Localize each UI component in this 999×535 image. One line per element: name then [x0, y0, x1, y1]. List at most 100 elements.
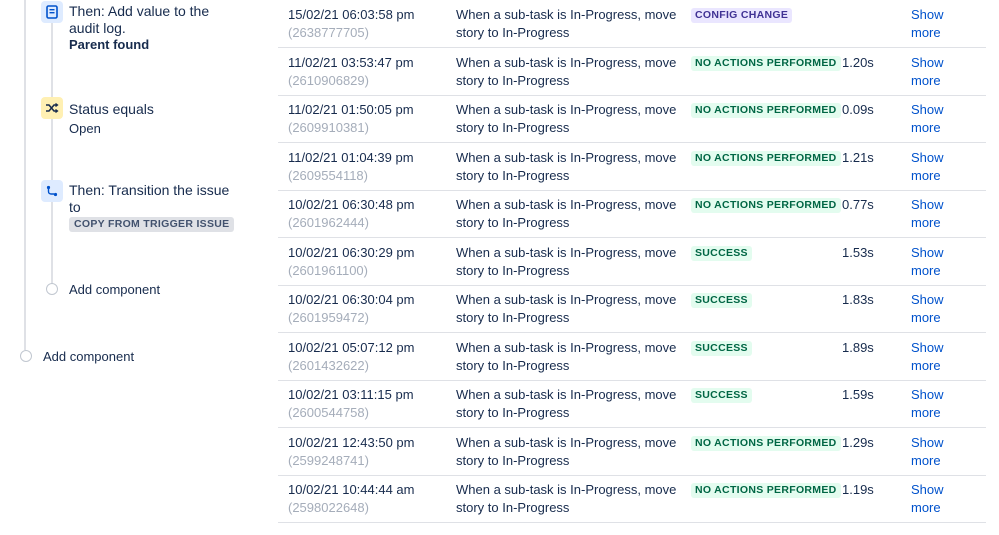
inner-tree-line [51, 22, 53, 284]
row-execution-id: (2600544758) [288, 405, 369, 420]
row-rule-name-line2: story to In-Progress [456, 357, 570, 373]
add-component-dot-inner [46, 283, 58, 295]
row-duration: 1.29s [842, 434, 874, 450]
row-rule-name-line2: story to In-Progress [456, 452, 570, 468]
row-rule-name-line2: story to In-Progress [456, 120, 570, 135]
transition-target-lozenge: COPY FROM TRIGGER ISSUE [69, 217, 235, 232]
show-more-link[interactable]: Show [911, 339, 944, 357]
status-badge: NO ACTIONS PERFORMED [691, 435, 841, 451]
row-date: 10/02/21 12:43:50 pm [288, 434, 415, 450]
add-component-dot-outer [20, 350, 32, 362]
rule-component-tree: Then: Add value to the audit log. Parent… [0, 0, 270, 535]
row-rule-name-line2: story to In-Progress [456, 310, 570, 325]
row-rule-name-line2: story to In-Progress [456, 262, 570, 278]
row-date: 10/02/21 06:30:48 pm [288, 197, 415, 212]
row-rule-name-line1: When a sub-task is In-Progress, move [456, 387, 677, 402]
row-rule-name-line1: When a sub-task is In-Progress, move [456, 244, 677, 260]
row-duration: 1.89s [842, 339, 874, 355]
show-more-link-line2[interactable]: more [911, 167, 941, 185]
row-date: 11/02/21 03:53:47 pm [288, 54, 414, 70]
row-execution-id: (2601959472) [288, 310, 369, 325]
row-date: 11/02/21 01:50:05 pm [288, 102, 414, 117]
row-rule-name-line2: story to In-Progress [456, 167, 570, 183]
show-more-link[interactable]: Show [911, 101, 944, 119]
audit-node-detail: Parent found [69, 37, 150, 52]
add-component-inner-button[interactable]: Add component [69, 282, 160, 297]
status-badge: NO ACTIONS PERFORMED [691, 150, 841, 166]
row-execution-id: (2598022648) [288, 500, 369, 515]
show-more-link[interactable]: Show [911, 481, 944, 499]
audit-log-icon [41, 1, 63, 23]
row-date: 10/02/21 06:30:04 pm [288, 292, 415, 307]
row-duration: 1.19s [842, 482, 874, 497]
table-row: 10/02/21 06:30:48 pm (2601962444) When a s… [278, 190, 986, 238]
add-component-outer-button[interactable]: Add component [43, 349, 134, 364]
row-execution-id: (2599248741) [288, 452, 369, 468]
show-more-link-line2[interactable]: more [911, 499, 941, 517]
table-row: 15/02/21 06:03:58 pm (2638777705) When a s… [278, 0, 986, 48]
row-date: 10/02/21 06:30:29 pm [288, 244, 415, 260]
row-date: 11/02/21 01:04:39 pm [288, 149, 414, 165]
table-row: 10/02/21 03:11:15 pm (2600544758) When a s… [278, 380, 986, 428]
show-more-link-line2[interactable]: more [911, 72, 941, 90]
row-date: 10/02/21 03:11:15 pm [288, 387, 414, 402]
table-row: 10/02/21 06:30:29 pm (2601961100) When a s… [278, 238, 986, 286]
status-badge: SUCCESS [691, 388, 752, 403]
status-node-title[interactable]: Status equals [69, 101, 154, 118]
audit-node-title-line2[interactable]: audit log. [69, 20, 126, 37]
status-badge: SUCCESS [691, 340, 752, 356]
show-more-link-line2[interactable]: more [911, 119, 941, 137]
table-row: 10/02/21 06:30:04 pm (2601959472) When a s… [278, 285, 986, 333]
row-duration: 1.59s [842, 387, 874, 402]
table-row: 10/02/21 10:44:44 am (2598022648) When a s… [278, 475, 986, 523]
show-more-link[interactable]: Show [911, 386, 944, 404]
transition-node-title-line2[interactable]: to [69, 199, 81, 216]
show-more-link-line2[interactable]: more [911, 262, 941, 280]
status-badge: NO ACTIONS PERFORMED [691, 483, 841, 498]
show-more-link-line2[interactable]: more [911, 357, 941, 375]
row-rule-name-line1: When a sub-task is In-Progress, move [456, 292, 677, 307]
table-row: 11/02/21 03:53:47 pm (2610906829) When a s… [278, 48, 986, 96]
show-more-link-line2[interactable]: more [911, 24, 941, 42]
row-duration: 0.77s [842, 197, 874, 212]
audit-node-title-line1[interactable]: Then: Add value to the [69, 3, 209, 20]
row-rule-name-line1: When a sub-task is In-Progress, move [456, 54, 677, 70]
show-more-link[interactable]: Show [911, 6, 944, 24]
row-rule-name-line1: When a sub-task is In-Progress, move [456, 197, 677, 212]
row-duration: 1.83s [842, 292, 874, 307]
transition-icon [41, 180, 63, 202]
show-more-link-line2[interactable]: more [911, 309, 941, 327]
row-rule-name-line1: When a sub-task is In-Progress, move [456, 149, 677, 165]
outer-tree-line [24, 0, 26, 350]
show-more-link-line2[interactable]: more [911, 214, 941, 232]
show-more-link-line2[interactable]: more [911, 404, 941, 422]
show-more-link[interactable]: Show [911, 196, 944, 214]
row-rule-name-line2: story to In-Progress [456, 25, 570, 40]
status-badge: SUCCESS [691, 245, 752, 261]
row-duration: 1.21s [842, 149, 874, 165]
status-node-detail: Open [69, 121, 101, 136]
transition-node-title-line1[interactable]: Then: Transition the issue [69, 182, 229, 199]
row-execution-id: (2601432622) [288, 357, 369, 373]
row-execution-id: (2601961100) [288, 262, 368, 278]
show-more-link-line2[interactable]: more [911, 452, 941, 470]
row-rule-name-line2: story to In-Progress [456, 405, 570, 420]
show-more-link[interactable]: Show [911, 434, 944, 452]
row-execution-id: (2601962444) [288, 215, 369, 230]
row-rule-name-line1: When a sub-task is In-Progress, move [456, 339, 677, 355]
row-execution-id: (2609554118) [288, 167, 368, 183]
row-rule-name-line2: story to In-Progress [456, 500, 570, 515]
show-more-link[interactable]: Show [911, 149, 944, 167]
row-duration: 1.20s [842, 54, 874, 70]
status-badge: NO ACTIONS PERFORMED [691, 198, 841, 213]
row-date: 15/02/21 06:03:58 pm [288, 7, 415, 22]
row-rule-name-line1: When a sub-task is In-Progress, move [456, 102, 677, 117]
show-more-link[interactable]: Show [911, 54, 944, 72]
row-execution-id: (2638777705) [288, 25, 369, 40]
show-more-link[interactable]: Show [911, 291, 944, 309]
row-execution-id: (2609910381) [288, 120, 369, 135]
row-rule-name-line2: story to In-Progress [456, 72, 570, 88]
show-more-link[interactable]: Show [911, 244, 944, 262]
row-rule-name-line1: When a sub-task is In-Progress, move [456, 434, 677, 450]
status-badge: CONFIG CHANGE [691, 8, 793, 23]
